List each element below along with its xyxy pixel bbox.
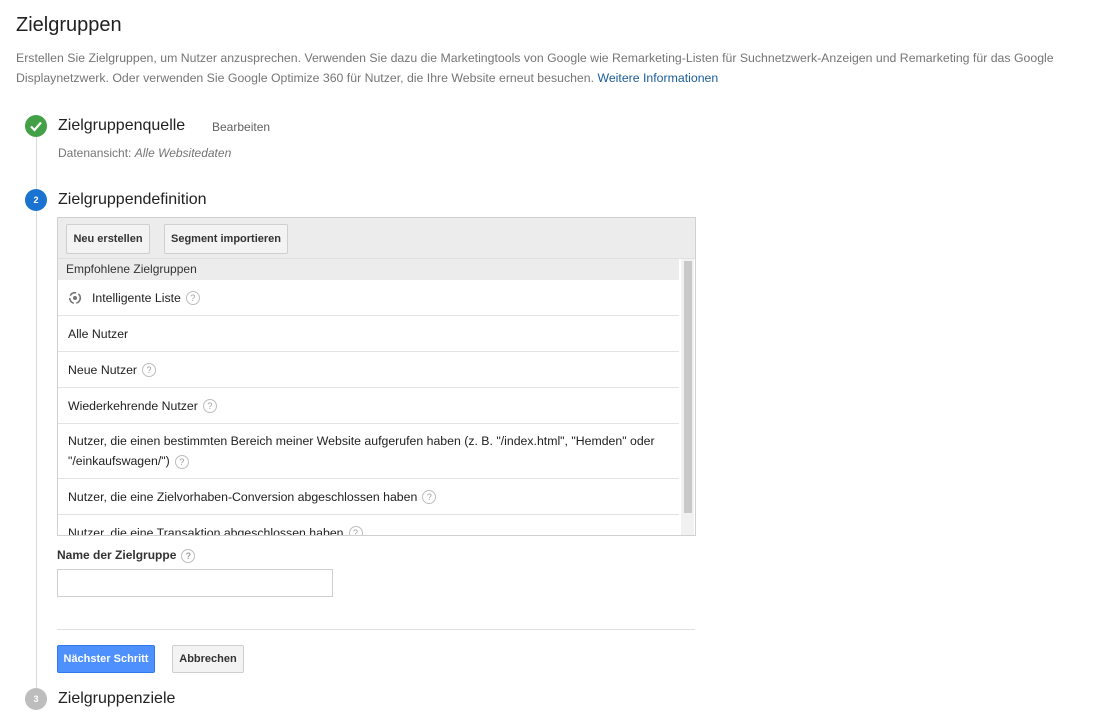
segment-list-item[interactable]: Intelligente Liste? [58,280,679,316]
segment-list-item[interactable]: Nutzer, die einen bestimmten Bereich mei… [58,424,679,479]
recommended-header: Empfohlene Zielgruppen [58,259,679,280]
segment-label: Nutzer, die eine Zielvorhaben-Conversion… [68,489,418,504]
import-segment-button[interactable]: Segment importieren [164,224,288,254]
segment-toolbar: Neu erstellen Segment importieren [58,218,695,259]
segment-list-item[interactable]: Wiederkehrende Nutzer? [58,388,679,424]
step-complete-icon [25,115,47,137]
segment-list-item[interactable]: Nutzer, die eine Transaktion abgeschloss… [58,515,679,536]
segment-item-text: Wiederkehrende Nutzer? [68,396,217,416]
edit-source-link[interactable]: Bearbeiten [212,120,270,134]
help-icon[interactable]: ? [181,548,196,563]
segment-label: Nutzer, die einen bestimmten Bereich mei… [68,434,655,468]
list-scrollbar[interactable] [681,259,694,535]
segment-item-text: Intelligente Liste? [68,288,200,308]
data-view-value: Alle Websitedaten [134,146,232,160]
step-number-badge: 3 [25,688,47,710]
help-icon[interactable]: ? [185,291,200,306]
step-connector-line [36,210,37,690]
segment-item-text: Nutzer, die einen bestimmten Bereich mei… [68,431,669,471]
segment-list-item[interactable]: Alle Nutzer [58,316,679,352]
new-segment-button[interactable]: Neu erstellen [66,224,150,254]
help-icon[interactable]: ? [348,526,363,535]
segment-label: Nutzer, die eine Transaktion abgeschloss… [68,525,344,536]
data-view-label: Datenansicht: [58,146,132,160]
segment-panel: Neu erstellen Segment importieren Empfoh… [57,217,696,536]
segment-item-text: Alle Nutzer [68,324,128,344]
segment-list: Intelligente Liste? Alle Nutzer Neue Nutze… [58,280,679,536]
page-title: Zielgruppen [16,14,122,36]
segment-list-item[interactable]: Nutzer, die eine Zielvorhaben-Conversion… [58,479,679,515]
audience-name-label: Name der Zielgruppe? [57,548,196,563]
scrollbar-thumb[interactable] [684,261,692,513]
segment-item-text: Nutzer, die eine Zielvorhaben-Conversion… [68,487,437,507]
divider [57,629,695,630]
audience-name-label-text: Name der Zielgruppe [57,548,177,562]
intro-description: Erstellen Sie Zielgruppen, um Nutzer anz… [16,51,1054,85]
step-number-badge: 2 [25,189,47,211]
smart-list-icon [68,291,82,305]
step-title-source: Zielgruppenquelle [58,117,186,134]
help-icon[interactable]: ? [174,454,189,469]
data-view-info: Datenansicht: Alle Websitedaten [58,146,231,160]
more-info-link[interactable]: Weitere Informationen [597,71,718,85]
segment-item-text: Neue Nutzer? [68,360,157,380]
audience-name-input[interactable] [57,569,333,597]
step-connector-line [36,137,37,189]
segment-list-item[interactable]: Neue Nutzer? [58,352,679,388]
segment-label: Neue Nutzer [68,362,138,377]
cancel-button[interactable]: Abbrechen [172,645,244,673]
help-icon[interactable]: ? [202,399,217,414]
segment-label: Intelligente Liste [92,290,181,305]
segment-label: Wiederkehrende Nutzer [68,398,198,413]
help-icon[interactable]: ? [142,363,157,378]
step-title-definition: Zielgruppendefinition [58,191,207,208]
segment-label: Alle Nutzer [68,326,129,341]
intro-text: Erstellen Sie Zielgruppen, um Nutzer anz… [16,48,1101,88]
help-icon[interactable]: ? [422,490,437,505]
step-title-goals: Zielgruppenziele [58,690,176,707]
segment-item-text: Nutzer, die eine Transaktion abgeschloss… [68,523,363,536]
next-step-button[interactable]: Nächster Schritt [57,645,155,673]
